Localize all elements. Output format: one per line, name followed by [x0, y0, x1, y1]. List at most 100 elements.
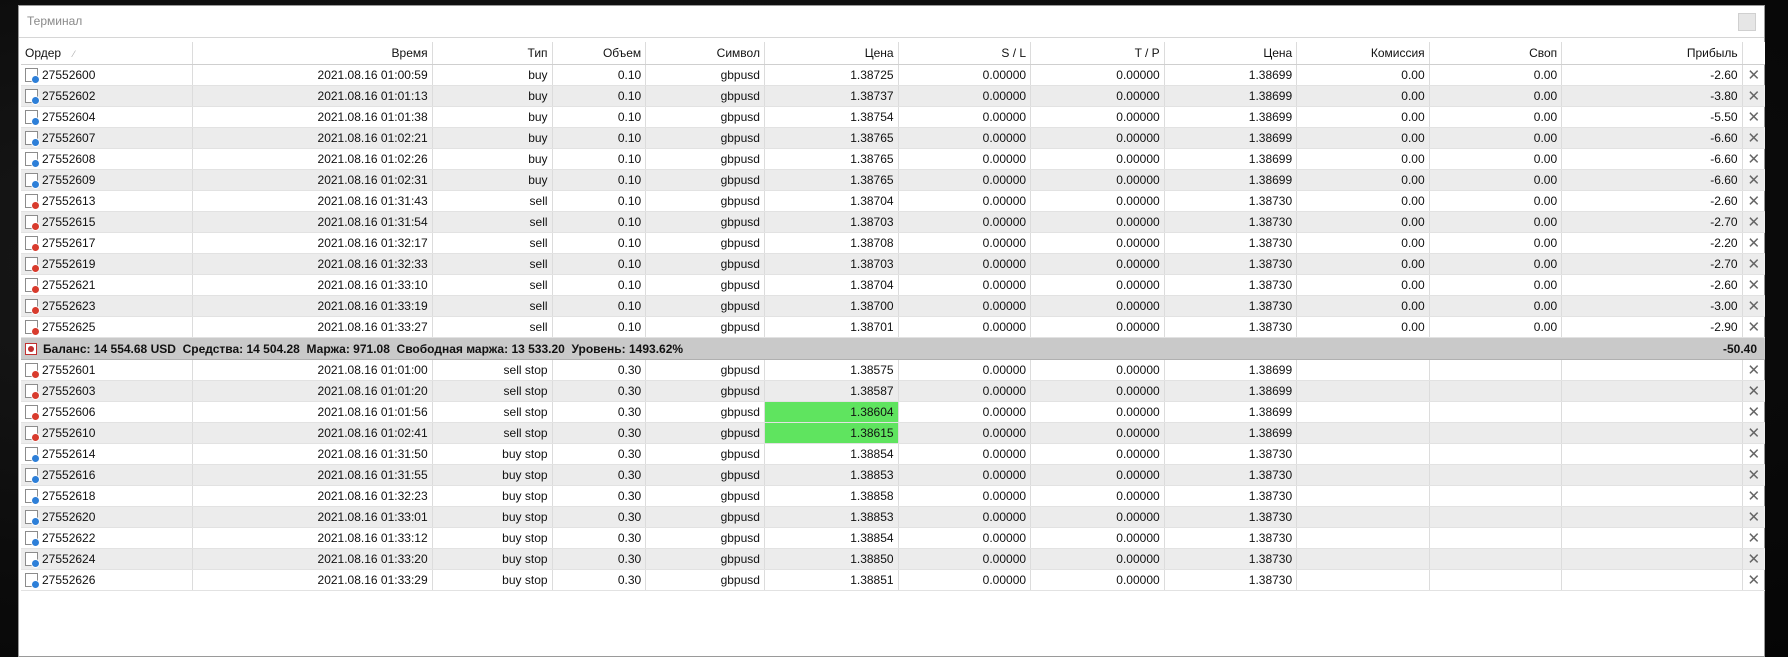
pending-order-row[interactable]: 27552610 2021.08.16 01:02:41 sell stop 0.30… — [21, 422, 1765, 444]
time-cell: 2021.08.16 01:31:43 — [192, 190, 433, 212]
commission-cell — [1296, 569, 1430, 591]
commission-cell: 0.00 — [1296, 148, 1430, 170]
pending-order-row[interactable]: 27552624 2021.08.16 01:33:20 buy stop 0.30 g… — [21, 548, 1765, 570]
close-icon[interactable]: ✕ — [1742, 148, 1765, 170]
position-row[interactable]: 27552625 2021.08.16 01:33:27 sell 0.10 gbpus… — [21, 316, 1765, 338]
symbol-cell: gbpusd — [645, 232, 765, 254]
col-header-sl[interactable]: S / L — [898, 42, 1032, 65]
pending-order-row[interactable]: 27552616 2021.08.16 01:31:55 buy stop 0.30 g… — [21, 464, 1765, 486]
close-icon[interactable]: ✕ — [1742, 316, 1765, 338]
close-icon[interactable]: ✕ — [1742, 211, 1765, 233]
sl-cell: 0.00000 — [898, 316, 1032, 338]
order-cell: 27552622 — [21, 527, 193, 549]
sl-cell: 0.00000 — [898, 85, 1032, 107]
position-row[interactable]: 27552600 2021.08.16 01:00:59 buy 0.10 gbpusd… — [21, 64, 1765, 86]
pending-order-row[interactable]: 27552620 2021.08.16 01:33:01 buy stop 0.30 g… — [21, 506, 1765, 528]
price-cell: 1.38725 — [764, 64, 899, 86]
buy-order-icon — [25, 89, 40, 105]
close-icon[interactable]: ✕ — [1742, 548, 1765, 570]
type-cell: buy — [432, 148, 553, 170]
close-icon[interactable]: ✕ — [1742, 485, 1765, 507]
close-icon[interactable]: ✕ — [1742, 253, 1765, 275]
close-icon[interactable]: ✕ — [1742, 569, 1765, 591]
price-cell: 1.38708 — [764, 232, 899, 254]
col-header-type[interactable]: Тип — [432, 42, 553, 65]
col-header-order[interactable]: Ордер ⁄ — [21, 42, 193, 65]
pending-order-row[interactable]: 27552606 2021.08.16 01:01:56 sell stop 0.30… — [21, 401, 1765, 423]
col-header-swap[interactable]: Своп — [1429, 42, 1563, 65]
pending-order-row[interactable]: 27552626 2021.08.16 01:33:29 buy stop 0.30 g… — [21, 569, 1765, 591]
sl-cell: 0.00000 — [898, 443, 1032, 465]
position-row[interactable]: 27552608 2021.08.16 01:02:26 buy 0.10 gbpusd… — [21, 148, 1765, 170]
position-row[interactable]: 27552604 2021.08.16 01:01:38 buy 0.10 gbpusd… — [21, 106, 1765, 128]
buy-order-icon — [25, 173, 40, 189]
symbol-cell: gbpusd — [645, 464, 765, 486]
close-icon[interactable]: ✕ — [1742, 232, 1765, 254]
order-cell: 27552613 — [21, 190, 193, 212]
order-cell: 27552606 — [21, 401, 193, 423]
tp-cell: 0.00000 — [1030, 295, 1165, 317]
position-row[interactable]: 27552607 2021.08.16 01:02:21 buy 0.10 gbpusd… — [21, 127, 1765, 149]
order-cell: 27552600 — [21, 64, 193, 86]
close-icon[interactable]: ✕ — [1742, 443, 1765, 465]
profit-cell: -2.70 — [1561, 211, 1743, 233]
position-row[interactable]: 27552623 2021.08.16 01:33:19 sell 0.10 gbpus… — [21, 295, 1765, 317]
col-header-symbol[interactable]: Символ — [645, 42, 765, 65]
time-cell: 2021.08.16 01:02:41 — [192, 422, 433, 444]
time-cell: 2021.08.16 01:01:20 — [192, 380, 433, 402]
current-price-cell: 1.38730 — [1164, 295, 1298, 317]
position-row[interactable]: 27552609 2021.08.16 01:02:31 buy 0.10 gbpusd… — [21, 169, 1765, 191]
tp-cell: 0.00000 — [1030, 127, 1165, 149]
total-profit: -50.40 — [1561, 337, 1765, 360]
col-header-current-price[interactable]: Цена — [1164, 42, 1298, 65]
buy-order-icon — [25, 447, 40, 463]
order-cell: 27552618 — [21, 485, 193, 507]
col-header-volume[interactable]: Объем — [552, 42, 647, 65]
pending-order-row[interactable]: 27552603 2021.08.16 01:01:20 sell stop 0.30… — [21, 380, 1765, 402]
position-row[interactable]: 27552617 2021.08.16 01:32:17 sell 0.10 gbpus… — [21, 232, 1765, 254]
close-icon[interactable]: ✕ — [1742, 169, 1765, 191]
window-close-button[interactable] — [1738, 13, 1756, 31]
close-icon[interactable]: ✕ — [1742, 359, 1765, 381]
commission-cell: 0.00 — [1296, 232, 1430, 254]
position-row[interactable]: 27552619 2021.08.16 01:32:33 sell 0.10 gbpus… — [21, 253, 1765, 275]
close-icon[interactable]: ✕ — [1742, 85, 1765, 107]
position-row[interactable]: 27552613 2021.08.16 01:31:43 sell 0.10 gbpus… — [21, 190, 1765, 212]
close-icon[interactable]: ✕ — [1742, 506, 1765, 528]
col-header-profit[interactable]: Прибыль — [1561, 42, 1743, 65]
current-price-cell: 1.38699 — [1164, 64, 1298, 86]
sl-cell: 0.00000 — [898, 548, 1032, 570]
order-number: 27552623 — [42, 299, 96, 313]
position-row[interactable]: 27552621 2021.08.16 01:33:10 sell 0.10 gbpus… — [21, 274, 1765, 296]
close-icon[interactable]: ✕ — [1742, 380, 1765, 402]
close-icon[interactable]: ✕ — [1742, 527, 1765, 549]
swap-cell — [1429, 401, 1563, 423]
close-icon[interactable]: ✕ — [1742, 274, 1765, 296]
close-icon[interactable]: ✕ — [1742, 464, 1765, 486]
close-icon[interactable]: ✕ — [1742, 190, 1765, 212]
current-price-cell: 1.38699 — [1164, 127, 1298, 149]
close-icon[interactable]: ✕ — [1742, 127, 1765, 149]
position-row[interactable]: 27552615 2021.08.16 01:31:54 sell 0.10 gbpus… — [21, 211, 1765, 233]
price-cell: 1.38604 — [764, 401, 899, 423]
pending-order-row[interactable]: 27552601 2021.08.16 01:01:00 sell stop 0.30… — [21, 359, 1765, 381]
close-icon[interactable]: ✕ — [1742, 295, 1765, 317]
symbol-cell: gbpusd — [645, 422, 765, 444]
close-icon[interactable]: ✕ — [1742, 422, 1765, 444]
order-number: 27552603 — [42, 384, 96, 398]
pending-order-row[interactable]: 27552618 2021.08.16 01:32:23 buy stop 0.30 g… — [21, 485, 1765, 507]
commission-cell: 0.00 — [1296, 211, 1430, 233]
close-icon[interactable]: ✕ — [1742, 401, 1765, 423]
close-icon[interactable]: ✕ — [1742, 106, 1765, 128]
pending-order-row[interactable]: 27552614 2021.08.16 01:31:50 buy stop 0.30 g… — [21, 443, 1765, 465]
close-icon[interactable]: ✕ — [1742, 64, 1765, 86]
col-header-tp[interactable]: T / P — [1030, 42, 1165, 65]
col-header-commission[interactable]: Комиссия — [1296, 42, 1430, 65]
pending-order-row[interactable]: 27552622 2021.08.16 01:33:12 buy stop 0.30 g… — [21, 527, 1765, 549]
sl-cell: 0.00000 — [898, 274, 1032, 296]
order-number: 27552609 — [42, 173, 96, 187]
symbol-cell: gbpusd — [645, 85, 765, 107]
col-header-price[interactable]: Цена — [764, 42, 899, 65]
position-row[interactable]: 27552602 2021.08.16 01:01:13 buy 0.10 gbpusd… — [21, 85, 1765, 107]
col-header-time[interactable]: Время — [192, 42, 433, 65]
